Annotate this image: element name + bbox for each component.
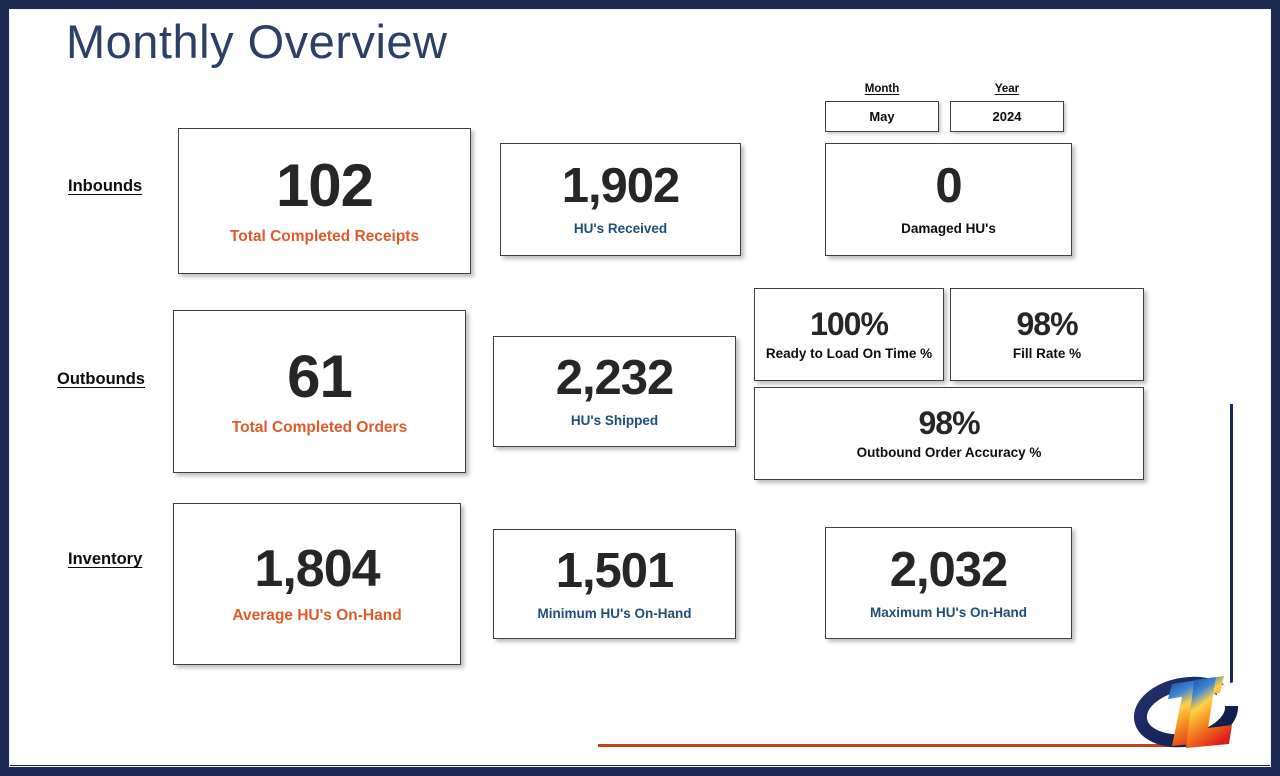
kpi-value: 2,032	[889, 542, 1009, 597]
kpi-value: 98%	[1016, 305, 1078, 342]
kpi-card-hus-received[interactable]: 1,902 HU's Received	[500, 143, 741, 256]
accent-horizontal-line	[598, 744, 1190, 747]
row-label-outbounds: Outbounds	[57, 370, 145, 388]
kpi-value: 2,232	[555, 351, 675, 406]
kpi-label: Outbound Order Accuracy %	[856, 444, 1042, 460]
kpi-card-outbound-order-accuracy[interactable]: 98% Outbound Order Accuracy %	[754, 387, 1144, 480]
slide-border-left	[0, 0, 9, 776]
kpi-card-maximum-hus-on-hand[interactable]: 2,032 Maximum HU's On-Hand	[825, 527, 1072, 639]
month-selector-label: Month	[864, 83, 900, 95]
kpi-label: Minimum HU's On-Hand	[537, 605, 692, 621]
kpi-value: 61	[287, 342, 353, 410]
month-selector[interactable]: May	[825, 101, 939, 132]
kpi-card-total-completed-receipts[interactable]: 102 Total Completed Receipts	[178, 128, 471, 274]
row-label-inbounds: Inbounds	[68, 177, 143, 195]
kpi-label: Total Completed Receipts	[229, 228, 420, 246]
kpi-card-ready-to-load-on-time[interactable]: 100% Ready to Load On Time %	[754, 288, 944, 381]
kpi-label: Ready to Load On Time %	[765, 345, 933, 361]
kpi-value: 1,902	[561, 159, 681, 214]
kpi-label: HU's Received	[573, 221, 668, 237]
year-selector[interactable]: 2024	[950, 101, 1064, 132]
kpi-label: Total Completed Orders	[231, 418, 408, 436]
kpi-card-fill-rate[interactable]: 98% Fill Rate %	[950, 288, 1144, 381]
kpi-card-total-completed-orders[interactable]: 61 Total Completed Orders	[173, 310, 466, 473]
ctl-logo	[1133, 676, 1244, 748]
row-label-inventory: Inventory	[68, 550, 143, 568]
kpi-label: Maximum HU's On-Hand	[870, 604, 1027, 620]
kpi-value: 1,501	[555, 543, 675, 598]
accent-vertical-line	[1230, 404, 1233, 692]
kpi-label: Average HU's On-Hand	[232, 607, 402, 625]
kpi-value: 102	[275, 152, 374, 220]
slide-border-bottom	[0, 765, 1280, 776]
slide-canvas: Monthly Overview Month May Year 2024 Inb…	[0, 0, 1280, 776]
year-selector-label: Year	[994, 83, 1020, 95]
slide-border-top	[0, 0, 1280, 9]
kpi-card-average-hus-on-hand[interactable]: 1,804 Average HU's On-Hand	[173, 503, 461, 665]
slide-border-right	[1271, 0, 1280, 776]
kpi-card-damaged-hus[interactable]: 0 Damaged HU's	[825, 143, 1072, 256]
kpi-card-minimum-hus-on-hand[interactable]: 1,501 Minimum HU's On-Hand	[493, 529, 736, 639]
kpi-value: 0	[935, 159, 962, 214]
kpi-label: Damaged HU's	[901, 221, 996, 237]
kpi-label: HU's Shipped	[570, 413, 659, 429]
kpi-value: 98%	[918, 404, 980, 441]
page-title: Monthly Overview	[66, 15, 448, 68]
kpi-card-hus-shipped[interactable]: 2,232 HU's Shipped	[493, 336, 736, 447]
kpi-value: 100%	[810, 305, 889, 342]
kpi-label: Fill Rate %	[1012, 345, 1082, 361]
kpi-value: 1,804	[254, 540, 380, 599]
